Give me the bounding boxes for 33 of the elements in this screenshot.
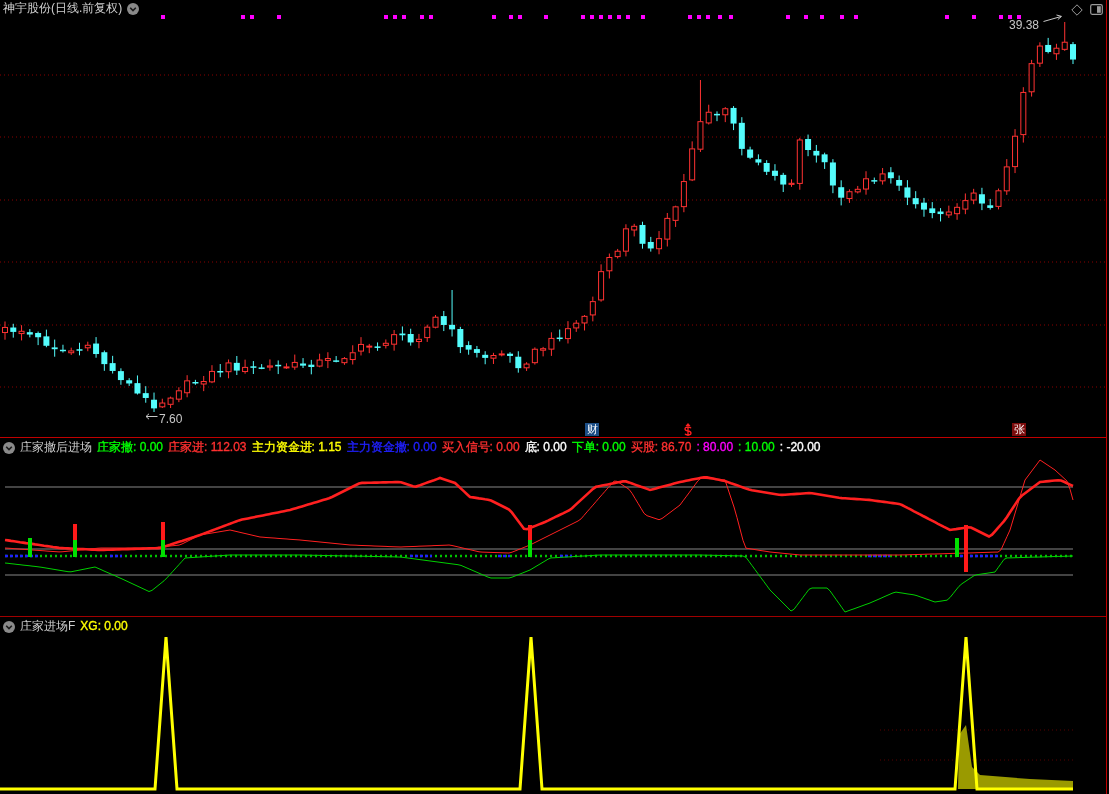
signal-bar bbox=[955, 538, 959, 557]
chart-title: 神宇股份(日线.前复权) bbox=[3, 1, 123, 16]
indicator-readout: 下单: 0.00 bbox=[571, 440, 626, 455]
arrow-left-icon bbox=[145, 413, 158, 420]
indicator-readout: 庄家进: 112.03 bbox=[168, 440, 247, 455]
indicator-readout: 底: 0.00 bbox=[524, 440, 567, 455]
signal-bar bbox=[161, 522, 165, 557]
low-price-label: 7.60 bbox=[159, 412, 183, 426]
indicator-readout: 主力资金撤: 0.00 bbox=[346, 440, 437, 455]
signal-bar bbox=[28, 538, 32, 557]
chevron-down-icon[interactable] bbox=[3, 441, 15, 454]
indicator-readout: 买股: 86.70 bbox=[630, 440, 692, 455]
signal-bar bbox=[73, 524, 77, 557]
arrow-right-icon bbox=[1043, 14, 1063, 23]
signal-readout: XG: 0.00 bbox=[80, 619, 128, 634]
signal-title: 庄家进场F bbox=[20, 619, 76, 634]
chevron-down-icon[interactable] bbox=[3, 620, 15, 633]
high-price-label: 39.38 bbox=[1009, 20, 1040, 31]
panel-toggle-icon[interactable] bbox=[1090, 4, 1103, 15]
event-badge[interactable]: 财 bbox=[585, 423, 599, 436]
indicator-readout: : 80.00 bbox=[696, 440, 734, 455]
indicator-readout: : -20.00 bbox=[779, 440, 821, 455]
signal-bar bbox=[528, 525, 532, 557]
indicator-title: 庄家撤后进场 bbox=[20, 440, 92, 455]
signal-bar bbox=[964, 525, 968, 572]
indicator-readout: 主力资金进: 1.15 bbox=[251, 440, 342, 455]
indicator-readout: : 10.00 bbox=[738, 440, 775, 455]
diamond-icon[interactable] bbox=[1071, 4, 1083, 16]
dollar-icon[interactable] bbox=[684, 423, 692, 436]
indicator-readout: 庄家撤: 0.00 bbox=[97, 440, 164, 455]
chevron-down-icon[interactable] bbox=[127, 2, 140, 15]
indicator-readout: 买入信号: 0.00 bbox=[441, 440, 520, 455]
event-badge[interactable]: 张 bbox=[1012, 423, 1026, 436]
